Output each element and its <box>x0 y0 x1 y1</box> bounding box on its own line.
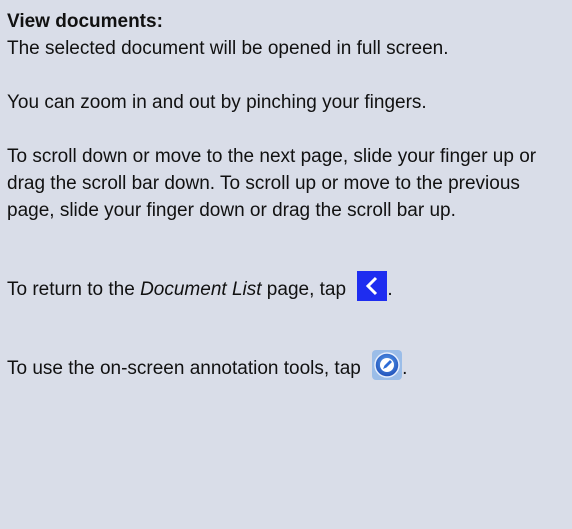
paragraph-scroll: To scroll down or move to the next page,… <box>7 146 537 221</box>
section-heading: View documents: <box>7 11 163 32</box>
chevron-left-icon[interactable] <box>357 271 388 301</box>
paragraph-zoom: You can zoom in and out by pinching your… <box>7 92 427 113</box>
pen-circle-icon[interactable] <box>372 350 403 380</box>
return-text-after: page, tap <box>261 279 347 300</box>
paragraph-return: To return to the Document List page, tap… <box>7 271 562 303</box>
document-list-emphasis: Document List <box>140 279 262 300</box>
paragraph-annotate: To use the on-screen annotation tools, t… <box>7 350 562 382</box>
return-period: . <box>387 279 393 300</box>
annotate-text: To use the on-screen annotation tools, t… <box>7 358 361 379</box>
paragraph-open-fullscreen: The selected document will be opened in … <box>7 38 449 59</box>
annotate-period: . <box>402 358 408 379</box>
help-panel: View documents: The selected document wi… <box>0 0 572 529</box>
return-text-before: To return to the <box>7 279 141 300</box>
